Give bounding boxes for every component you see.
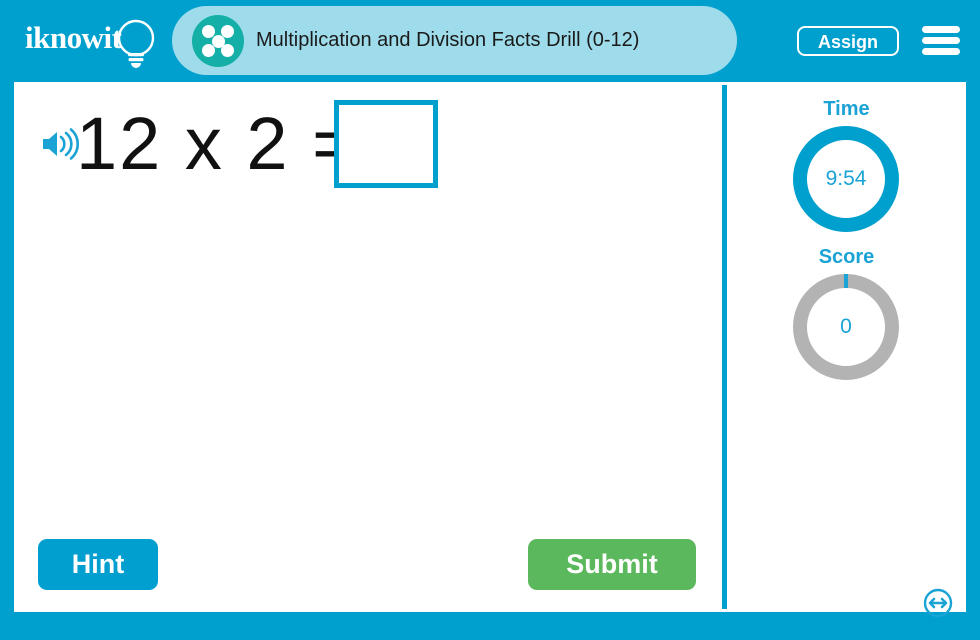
speaker-icon[interactable] xyxy=(40,127,80,161)
page-title: Multiplication and Division Facts Drill … xyxy=(256,29,640,51)
logo-wordmark: iknowit xyxy=(25,20,122,55)
score-value: 0 xyxy=(840,315,852,338)
answer-input[interactable] xyxy=(334,100,438,188)
assign-button[interactable]: Assign xyxy=(797,26,899,56)
score-gauge: 0 xyxy=(790,271,902,383)
activity-stage: 12 x 2 = Hint Submit Time 9:54 Score 0 xyxy=(14,82,966,618)
score-label: Score xyxy=(818,246,875,268)
time-label: Time xyxy=(823,98,870,120)
problem-expression: 12 x 2 = xyxy=(76,102,358,185)
time-gauge: 9:54 xyxy=(790,123,902,235)
lightbulb-icon xyxy=(117,19,155,68)
time-value: 9:54 xyxy=(825,167,867,190)
submit-button[interactable]: Submit xyxy=(528,539,696,590)
app-root: iknowit Multiplication and Division Fact… xyxy=(0,0,980,640)
five-dot-circle-icon xyxy=(192,15,244,67)
hint-button[interactable]: Hint xyxy=(38,539,158,590)
stats-panel: Time 9:54 Score 0 xyxy=(727,82,966,612)
activity-title-bar: Multiplication and Division Facts Drill … xyxy=(172,6,737,75)
app-header: iknowit Multiplication and Division Fact… xyxy=(0,0,980,80)
iknowit-logo[interactable]: iknowit xyxy=(22,16,167,72)
hamburger-menu-icon[interactable] xyxy=(920,24,962,58)
